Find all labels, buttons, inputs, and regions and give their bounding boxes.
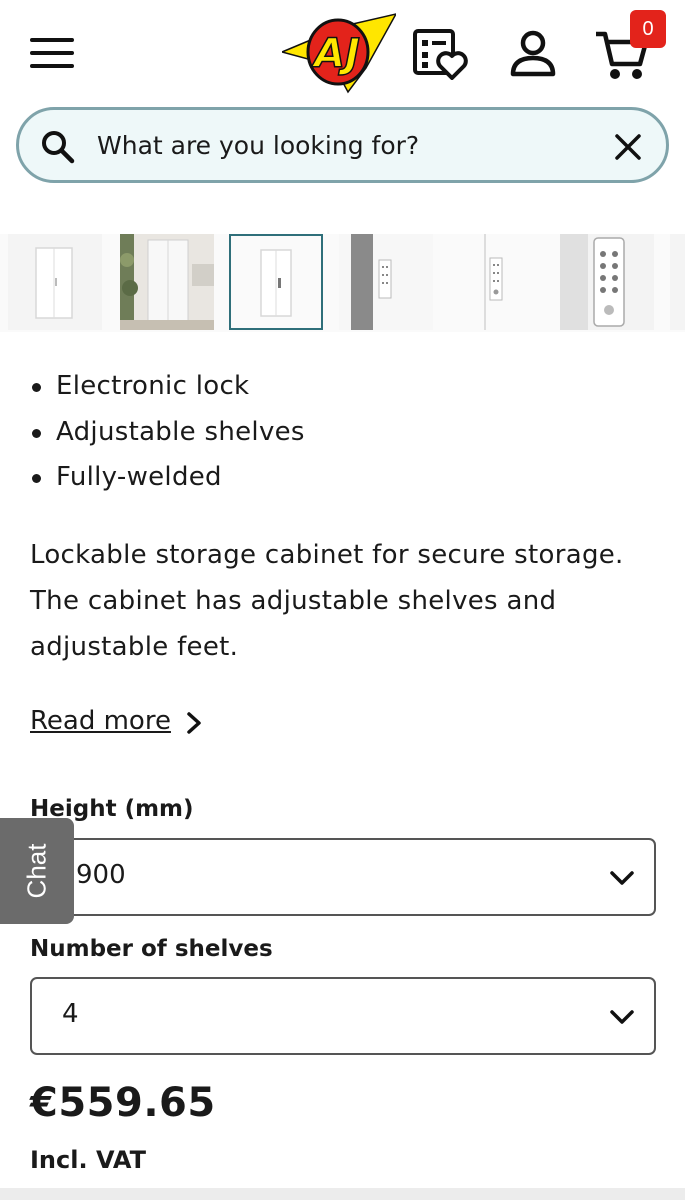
chat-label: Chat bbox=[21, 843, 52, 899]
aj-logo[interactable]: AJ bbox=[282, 12, 396, 94]
product-description: Lockable storage cabinet for secure stor… bbox=[30, 532, 660, 670]
height-select[interactable]: 900 bbox=[30, 838, 656, 916]
bottom-divider bbox=[0, 1188, 685, 1200]
read-more-link[interactable]: Read more bbox=[30, 700, 171, 742]
image-gallery-thumbnails bbox=[0, 234, 685, 332]
shelves-label: Number of shelves bbox=[30, 936, 273, 962]
hamburger-menu-icon[interactable] bbox=[30, 38, 74, 68]
site-header: AJ 0 bbox=[0, 0, 685, 100]
shelves-select[interactable]: 4 bbox=[30, 977, 656, 1055]
vat-label: Incl. VAT bbox=[30, 1146, 146, 1174]
magnifier-icon[interactable] bbox=[41, 130, 75, 164]
chevron-down-icon bbox=[610, 1010, 634, 1024]
height-select-value: 900 bbox=[76, 860, 126, 890]
feature-item: Electronic lock bbox=[30, 366, 305, 412]
chat-button[interactable]: Chat bbox=[0, 818, 74, 924]
wishlist-heart-icon[interactable] bbox=[412, 28, 470, 80]
feature-list: Electronic lock Adjustable shelves Fully… bbox=[30, 366, 305, 503]
thumbnail-cabinet-lock-side[interactable] bbox=[339, 234, 433, 330]
thumbnail-cabinet-in-room[interactable] bbox=[120, 234, 214, 330]
feature-item: Adjustable shelves bbox=[30, 412, 305, 458]
user-account-icon[interactable] bbox=[508, 30, 558, 78]
shelves-select-value: 4 bbox=[62, 999, 79, 1029]
thumbnail-keypad-lock-closeup[interactable] bbox=[560, 234, 654, 330]
thumbnail-cabinet-front-selected[interactable] bbox=[229, 234, 323, 330]
close-icon[interactable] bbox=[613, 132, 643, 162]
cart-button[interactable]: 0 bbox=[594, 10, 670, 82]
chevron-down-icon bbox=[610, 871, 634, 885]
feature-item: Fully-welded bbox=[30, 457, 305, 503]
search-bar[interactable] bbox=[16, 107, 669, 183]
description-line: Lockable storage cabinet for secure stor… bbox=[30, 540, 624, 570]
description-line: The cabinet has adjustable shelves and bbox=[30, 586, 557, 616]
description-line: adjustable feet. bbox=[30, 632, 239, 662]
search-input[interactable] bbox=[97, 124, 577, 166]
thumbnail-cabinet-front-closed[interactable] bbox=[8, 234, 102, 330]
logo-text: AJ bbox=[311, 31, 360, 77]
chevron-right-icon[interactable] bbox=[183, 710, 205, 736]
product-price: €559.65 bbox=[30, 1080, 216, 1126]
cart-count-badge: 0 bbox=[630, 10, 666, 48]
thumbnail-cabinet-lock-front[interactable] bbox=[450, 234, 544, 330]
thumbnail-partial[interactable] bbox=[670, 234, 685, 330]
